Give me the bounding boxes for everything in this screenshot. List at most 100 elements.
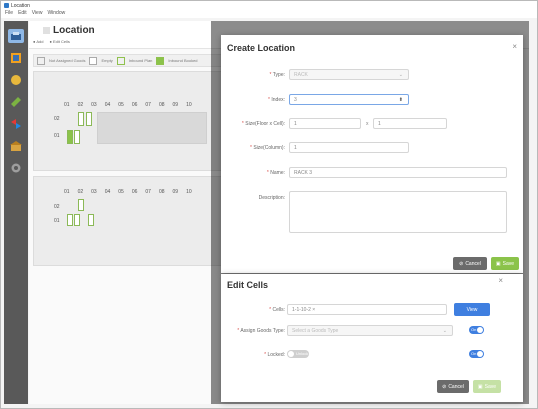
rack-cell[interactable] [74,214,80,226]
index-label-text: Index: [271,97,285,103]
locked-toggle[interactable]: Unlock [287,350,309,358]
col-label: 04 [104,102,111,108]
col-label: 04 [104,189,111,195]
index-value: 3 [294,96,297,103]
toggle-text: Unlock [296,351,309,356]
col-label: 06 [131,189,138,195]
rack-cell[interactable] [88,214,94,226]
save-button[interactable]: ▣ Save [491,257,519,270]
col-label: 03 [91,102,97,108]
goods-type-select[interactable]: Select a Goods Type ⌄ [287,325,453,336]
save-label: Save [502,260,515,267]
rack-cell[interactable] [74,130,80,144]
col-label: 02 [77,102,84,108]
name-value: RACK 3 [294,169,313,176]
menu-file[interactable]: File [5,10,13,18]
close-icon[interactable]: × [498,276,503,285]
type-label-text: Type: [272,72,285,78]
size-column-label-text: Size(Column): [253,145,285,151]
add-action[interactable]: ● Add [33,39,43,44]
col-label: 08 [158,189,165,195]
name-input[interactable]: RACK 3 [289,167,507,178]
name-label: * Name: [231,170,285,176]
page-title-wrap: Location [43,25,95,36]
size-column-label: * Size(Column): [225,145,285,151]
legend-swatch-inbound-booked [156,56,165,65]
size-cell-input[interactable]: 1 [373,118,447,129]
row-label: 02 [54,116,60,122]
col-label: 03 [91,189,97,195]
window-title: Location [11,2,30,9]
cancel-button[interactable]: ⊘ Cancel [437,380,469,393]
legend-empty: Empty [101,58,113,63]
locked-apply-toggle[interactable]: On [469,350,484,358]
page-title: Location [53,25,95,36]
assign-label-text: Assign Goods Type: [240,328,285,334]
legend-inbound-plan: Inbound Plan [128,58,153,63]
goods-type-placeholder: Select a Goods Type [292,327,339,334]
gear-icon[interactable] [8,161,24,175]
col-label: 06 [131,102,138,108]
edit-cells-action[interactable]: ● Edit Cells [49,39,69,44]
col-label: 01 [64,189,70,195]
size-floor-input[interactable]: 1 [289,118,361,129]
save-button[interactable]: ▣ Save [473,380,501,393]
cancel-label: Cancel [465,260,481,267]
index-input[interactable]: 3 ⬍ [289,94,409,105]
cells-input[interactable]: 1-1-10-2 × [287,304,447,315]
row-label: 02 [54,204,60,210]
cancel-label: Cancel [448,383,464,390]
toggle-text: On [471,351,477,356]
create-location-dialog: Create Location × * Type: RACK ⌄ * Index… [221,35,523,273]
type-label: * Type: [231,72,285,78]
row-label: 01 [54,218,60,224]
grid-icon[interactable] [8,51,24,65]
title-marker [43,27,50,34]
view-label: View [466,306,478,313]
assign-label: * Assign Goods Type: [223,328,285,334]
size-floor-value: 1 [294,120,297,127]
rack-cell[interactable] [78,199,84,211]
warehouse-icon[interactable] [8,139,24,153]
col-label: 05 [118,102,124,108]
stepper-icon[interactable]: ⬍ [399,97,403,103]
location-icon[interactable] [8,29,24,43]
assign-goods-toggle[interactable]: On [469,326,484,334]
dialog-title: Create Location [227,43,296,53]
type-select[interactable]: RACK ⌄ [289,69,409,80]
rack-cell[interactable] [78,112,84,126]
rack-cell[interactable] [86,112,92,126]
description-textarea[interactable] [289,191,507,233]
menu-window[interactable]: Window [47,10,65,18]
col-label: 09 [172,189,179,195]
legend-swatch-inbound-plan [116,56,125,65]
tag-icon[interactable] [8,95,24,109]
rack1-columns: 01 02 03 04 05 06 07 08 09 10 [64,102,192,108]
edit-cells-action-label: Edit Cells [52,39,70,44]
box-icon[interactable] [8,73,24,87]
col-label: 08 [158,102,165,108]
col-label: 10 [186,189,192,195]
swap-icon[interactable] [8,117,24,131]
legend-swatch-not-assigned [37,56,45,65]
description-label: Description: [258,195,285,201]
menu-view[interactable]: View [32,10,43,18]
rack-cell[interactable] [67,130,73,144]
menu-edit[interactable]: Edit [18,10,27,18]
view-button[interactable]: View [454,303,490,316]
col-label: 02 [77,189,84,195]
close-icon[interactable]: × [512,42,517,51]
size-column-value: 1 [294,144,297,151]
rack-cells-empty[interactable] [97,112,207,144]
size-column-input[interactable]: 1 [289,142,409,153]
rack-cell[interactable] [67,214,73,226]
col-label: 07 [145,189,151,195]
edit-cells-dialog: Edit Cells × * Cells: 1-1-10-2 × View * … [221,274,523,402]
legend-not-assigned: Not Assigned Goods [49,58,86,63]
add-action-label: Add [36,39,44,44]
chevron-down-icon: ⌄ [442,327,447,334]
cancel-button[interactable]: ⊘ Cancel [453,257,487,270]
index-label: * Index: [231,97,285,103]
save-icon: ▣ [477,383,483,390]
cells-label-text: Cells: [272,307,285,313]
